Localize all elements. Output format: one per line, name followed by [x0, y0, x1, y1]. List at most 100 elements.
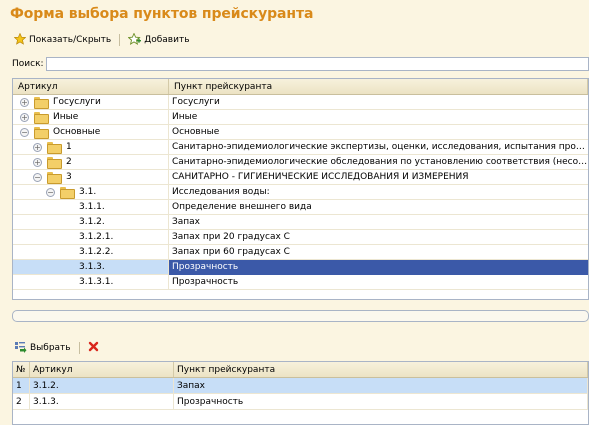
tree-row[interactable]: 3.1.2. Запах: [13, 214, 588, 230]
tree-row[interactable]: + Госуслуги Госуслуги: [13, 94, 588, 110]
tree-cell-article: + Госуслуги: [13, 94, 169, 110]
column-header-item[interactable]: Пункт прейскуранта: [169, 79, 588, 94]
tree-row[interactable]: + Иные Иные: [13, 109, 588, 125]
expand-icon[interactable]: +: [20, 97, 29, 107]
tree-cell-article: 3.1.2.: [13, 214, 169, 230]
cell-item: Прозрачность: [174, 394, 588, 409]
article-label: 1: [66, 142, 72, 152]
cell-number: 1: [13, 378, 30, 393]
selection-toolbar: Выбрать: [12, 340, 101, 356]
cell-item: Запах: [174, 378, 588, 393]
tree-cell-article: − Основные: [13, 124, 169, 140]
delete-button[interactable]: [86, 340, 101, 356]
article-label: Госуслуги: [53, 97, 101, 107]
tree-cell-article: − 3.1.: [13, 184, 169, 200]
select-icon: [14, 341, 27, 356]
tree-cell-article: 3.1.1.: [13, 199, 169, 215]
folder-icon: [47, 142, 62, 154]
tree-row[interactable]: −3 САНИТАРНО - ГИГИЕНИЧЕСКИЕ ИССЛЕДОВАНИЯ…: [13, 169, 588, 185]
tree-header: Артикул Пункт прейскуранта: [13, 79, 588, 95]
add-label: Добавить: [144, 35, 190, 45]
cell-article: 3.1.2.: [30, 378, 174, 393]
article-label: 3.1.1.: [79, 202, 105, 212]
article-label: 3: [66, 172, 72, 182]
tree-cell-article: 3.1.2.1.: [13, 229, 169, 245]
horizontal-scrollbar[interactable]: [12, 310, 589, 322]
star-icon: [13, 32, 27, 48]
folder-icon: [47, 157, 62, 169]
tree-cell-item: Запах при 20 градусах С: [172, 231, 290, 242]
tree-row[interactable]: 3.1.3.1. Прозрачность: [13, 274, 588, 290]
tree-cell-article: +2: [13, 154, 169, 170]
main-toolbar: Показать/Скрыть Добавить: [12, 31, 192, 48]
column-header-number[interactable]: №: [13, 362, 30, 377]
selected-items-table: № Артикул Пункт прейскуранта 1 3.1.2. Запа…: [12, 361, 589, 425]
article-label: 3.1.: [79, 187, 97, 197]
tree-cell-item: Определение внешнего вида: [172, 201, 312, 212]
column-header-article[interactable]: Артикул: [30, 362, 174, 377]
collapse-icon[interactable]: −: [20, 127, 29, 137]
tree-cell-article: −3: [13, 169, 169, 185]
tree-cell-article: 3.1.3.1.: [13, 274, 169, 290]
tree-row[interactable]: − 3.1. Исследования воды:: [13, 184, 588, 200]
folder-icon: [34, 127, 49, 139]
add-button[interactable]: Добавить: [126, 31, 191, 48]
show-hide-button[interactable]: Показать/Скрыть: [12, 32, 113, 48]
window-title: Форма выбора пунктов прейскуранта: [10, 6, 314, 22]
selected-row[interactable]: 1 3.1.2. Запах: [13, 378, 588, 394]
column-header-article[interactable]: Артикул: [13, 79, 169, 94]
select-button[interactable]: Выбрать: [12, 340, 73, 356]
selected-table-header: № Артикул Пункт прейскуранта: [13, 362, 588, 378]
collapse-icon[interactable]: −: [46, 187, 55, 197]
tree-row[interactable]: 3.1.1. Определение внешнего вида: [13, 199, 588, 215]
tree-row[interactable]: 3.1.2.1. Запах при 20 градусах С: [13, 229, 588, 245]
cell-article: 3.1.3.: [30, 394, 174, 409]
article-label: Иные: [53, 112, 79, 122]
search-row: Поиск:: [12, 57, 589, 71]
tree-row[interactable]: +2 Санитарно-эпидемиологические обследова…: [13, 154, 588, 170]
tree-cell-item: Запах: [172, 216, 201, 227]
tree-cell-item: Запах при 60 градусах С: [172, 246, 290, 257]
tree-cell-item: Основные: [172, 126, 220, 137]
tree-row[interactable]: +1 Санитарно-эпидемиологические экспертиз…: [13, 139, 588, 155]
tree-row[interactable]: 3.1.3. Прозрачность: [13, 259, 588, 275]
show-hide-label: Показать/Скрыть: [29, 35, 112, 45]
tree-cell-item: Санитарно-эпидемиологические экспертизы,…: [172, 141, 588, 152]
expand-icon[interactable]: +: [20, 112, 29, 122]
article-label: 3.1.2.1.: [79, 232, 114, 242]
folder-icon: [47, 172, 62, 184]
tree-row[interactable]: 3.1.2.2. Запах при 60 градусах С: [13, 244, 588, 260]
tree-cell-item: Прозрачность: [169, 259, 588, 275]
toolbar-divider: [78, 342, 80, 354]
folder-icon: [34, 112, 49, 124]
article-label: 3.1.2.2.: [79, 247, 114, 257]
delete-icon: [88, 341, 99, 355]
article-label: 3.1.3.: [79, 262, 105, 272]
tree-row[interactable]: − Основные Основные: [13, 124, 588, 140]
tree-cell-item: Госуслуги: [172, 96, 220, 107]
column-header-item[interactable]: Пункт прейскуранта: [174, 362, 588, 377]
price-list-tree: Артикул Пункт прейскуранта + Госуслуги Гос…: [12, 78, 589, 300]
tree-cell-article: 3.1.2.2.: [13, 244, 169, 260]
selected-row[interactable]: 2 3.1.3. Прозрачность: [13, 394, 588, 410]
article-label: Основные: [53, 127, 101, 137]
expand-icon[interactable]: +: [33, 157, 42, 167]
collapse-icon[interactable]: −: [33, 172, 42, 182]
tree-cell-item: Прозрачность: [172, 276, 239, 287]
tree-cell-article: +1: [13, 139, 169, 155]
folder-icon: [34, 97, 49, 109]
tree-cell-item: САНИТАРНО - ГИГИЕНИЧЕСКИЕ ИССЛЕДОВАНИЯ И…: [172, 171, 469, 182]
cell-number: 2: [13, 394, 30, 409]
folder-icon: [60, 187, 75, 199]
expand-icon[interactable]: +: [33, 142, 42, 152]
article-label: 2: [66, 157, 72, 167]
star-add-icon: [127, 31, 142, 48]
search-label: Поиск:: [12, 59, 44, 69]
toolbar-divider: [119, 34, 121, 46]
selected-table-body: 1 3.1.2. Запах 2 3.1.3. Прозрачность: [13, 378, 588, 410]
tree-cell-item: Исследования воды:: [172, 186, 270, 197]
search-input[interactable]: [46, 57, 589, 71]
tree-body: + Госуслуги Госуслуги + Иные Иные − Основные Осн…: [13, 94, 588, 290]
article-label: 3.1.2.: [79, 217, 105, 227]
select-label: Выбрать: [30, 343, 71, 353]
